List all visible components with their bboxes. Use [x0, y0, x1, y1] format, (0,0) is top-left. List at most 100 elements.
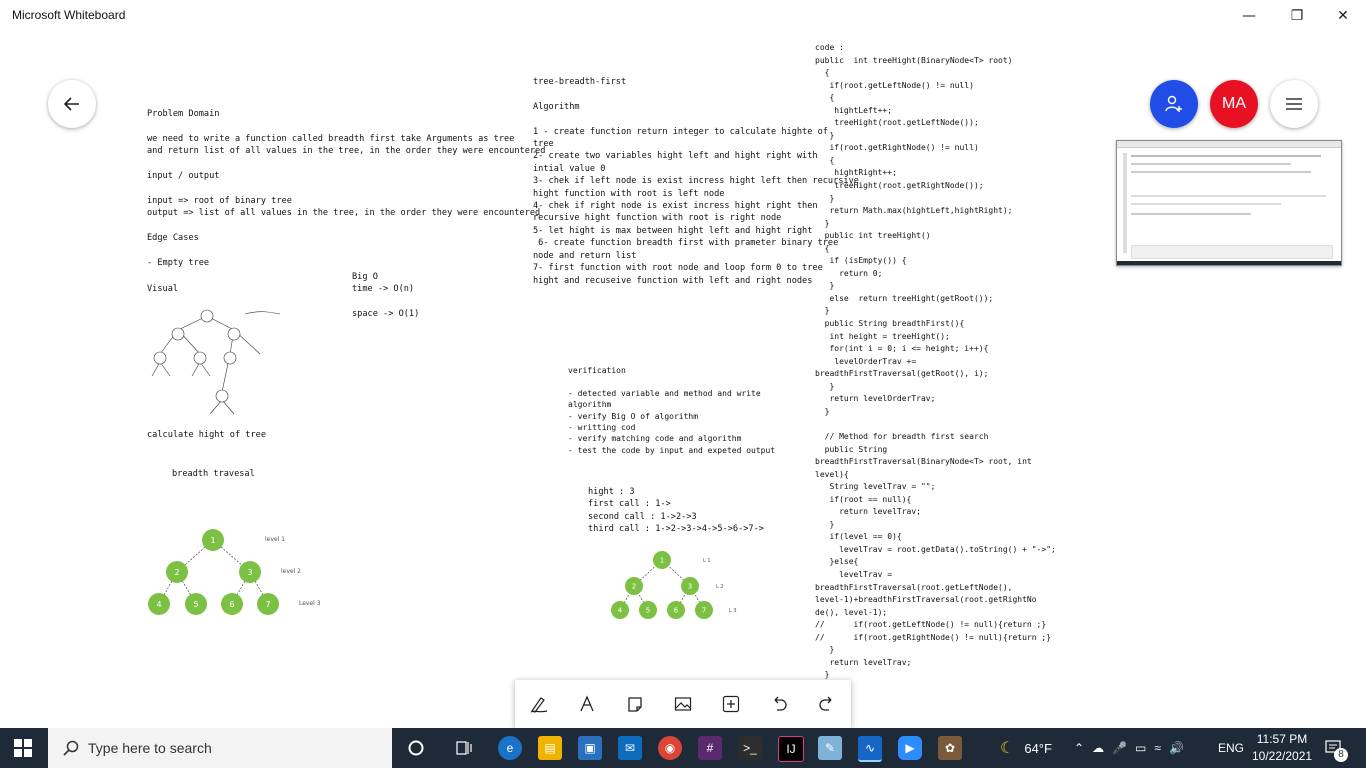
edge-app[interactable]: e — [498, 736, 522, 760]
menu-button[interactable] — [1270, 80, 1318, 128]
tree-node-label: 4 — [618, 606, 623, 614]
note-line: intial value 0 — [533, 163, 606, 174]
store-app[interactable]: ▣ — [578, 736, 602, 760]
note-line: levelTrav = — [815, 569, 893, 579]
intellij-app[interactable]: IJ — [778, 736, 804, 762]
calls-tree: 1 2 3 4 5 6 7 L 1 L 2 L 3 — [611, 551, 737, 619]
file-explorer-app[interactable]: ▤ — [538, 736, 562, 760]
note-line: we need to write a function called bread… — [147, 133, 515, 144]
chevron-up-icon[interactable]: ⌃ — [1074, 741, 1084, 755]
clock[interactable]: 11:57 PM 10/22/2021 — [1252, 731, 1312, 765]
cloud-icon[interactable]: ☁ — [1092, 741, 1104, 755]
thumbnail-panel — [1131, 245, 1333, 259]
note-line: int height = treeHight(); — [815, 331, 950, 341]
avatar[interactable]: MA — [1210, 80, 1258, 128]
whiteboard-canvas[interactable]: Problem Domain we need to write a functi… — [0, 32, 1366, 728]
note-line: levelOrderTrav += — [815, 356, 917, 366]
slack-app[interactable]: # — [698, 736, 722, 760]
title-bar: Microsoft Whiteboard — ❐ ✕ — [0, 0, 1366, 32]
tree-node-label: 6 — [229, 600, 234, 609]
start-button[interactable] — [14, 739, 32, 762]
note-line — [533, 113, 859, 125]
note-line: 3- chek if left node is exist incress hi… — [533, 176, 859, 187]
tree-level-label: L 1 — [703, 558, 711, 564]
note-line: { — [815, 243, 830, 253]
microphone-icon[interactable]: 🎤 — [1112, 741, 1127, 755]
note-line: hightRight++; — [815, 168, 897, 178]
note-line: level){ — [815, 469, 849, 479]
minimize-button[interactable]: — — [1226, 0, 1272, 32]
insert-tool[interactable] — [716, 689, 746, 719]
note-line: first call : 1-> — [588, 499, 671, 510]
note-line: - detected variable and method and write — [568, 388, 761, 398]
note-line: Problem Domain — [147, 109, 220, 119]
tree-node-label: 3 — [247, 568, 252, 577]
note-line: 7- first function with root node and loo… — [533, 263, 823, 274]
note-line: hight and recuseive function with left a… — [533, 275, 813, 286]
terminal-app[interactable]: >_ — [738, 736, 762, 760]
restore-button[interactable]: ❐ — [1274, 0, 1320, 32]
note-line: } — [815, 381, 835, 391]
note-line: input => root of binary tree — [147, 195, 292, 206]
note-line — [147, 120, 545, 132]
chrome-icon: ◉ — [664, 741, 676, 755]
pen-tool[interactable] — [524, 689, 554, 719]
breadth-traversal-tree: 1 2 3 4 5 6 7 level 1 level 2 Level 3 — [148, 529, 321, 615]
note-line — [147, 220, 545, 232]
close-button[interactable]: ✕ — [1320, 0, 1366, 32]
text-tool[interactable] — [572, 689, 602, 719]
notifications-button[interactable]: 8 — [1324, 738, 1348, 762]
wifi-icon[interactable]: ≈ — [1154, 741, 1161, 755]
cortana-button[interactable] — [404, 736, 428, 760]
big-o-notes: Big O time -> O(n) space -> O(1) — [352, 271, 419, 321]
note-line: breadthFirstTraversal(getRoot(), i); — [815, 369, 989, 379]
mail-app[interactable]: ✉ — [618, 736, 642, 760]
note-line: Edge Cases — [147, 233, 199, 244]
task-view-button[interactable] — [452, 736, 476, 760]
note-line: } — [815, 645, 835, 655]
tree-node-label: 3 — [688, 582, 692, 590]
notes-app[interactable]: ✎ — [818, 736, 842, 760]
calculate-height-label: calculate hight of tree — [147, 430, 266, 440]
image-tool[interactable] — [668, 689, 698, 719]
undo-button[interactable] — [764, 689, 794, 719]
search-placeholder: Type here to search — [88, 740, 212, 756]
add-person-icon — [1165, 95, 1182, 112]
invite-button[interactable] — [1150, 80, 1198, 128]
tree-node-label: 1 — [660, 556, 664, 564]
note-line: - Empty tree — [147, 257, 210, 268]
visual-label: Visual — [147, 284, 179, 294]
tree-node-label: 2 — [174, 568, 179, 577]
chrome-app[interactable]: ◉ — [658, 736, 682, 760]
battery-icon[interactable]: ▭ — [1135, 741, 1146, 755]
taskbar-search[interactable]: Type here to search — [48, 728, 392, 768]
thumbnail-line — [1131, 195, 1326, 197]
tree-node-label: 7 — [702, 606, 706, 614]
language-indicator[interactable]: ENG — [1218, 728, 1244, 768]
note-line: level-1)+breadthFirstTraversal(root.getR… — [815, 595, 1037, 605]
note-line — [815, 418, 1056, 431]
whiteboard-app[interactable]: ∿ — [858, 736, 882, 762]
note-line: return Math.max(hightLeft,hightRight); — [815, 206, 1013, 216]
note-line: 6- create function breadth first with pr… — [533, 238, 839, 249]
zoom-app[interactable]: ▶ — [898, 736, 922, 760]
folder-icon: ▤ — [544, 741, 556, 755]
screenshot-thumbnail[interactable] — [1116, 140, 1342, 266]
sticky-note-tool[interactable] — [620, 689, 650, 719]
back-button[interactable] — [48, 80, 96, 128]
tree-node-label: 5 — [646, 606, 650, 614]
note-line: treeHight(root.getRightNode()); — [815, 181, 984, 191]
weather-widget[interactable]: ☾ 64°F — [1000, 728, 1052, 768]
thumbnail-line — [1131, 213, 1251, 215]
note-line: time -> O(n) — [352, 284, 415, 295]
note-line: return levelTrav; — [815, 657, 912, 667]
note-line: algorithm — [568, 400, 612, 410]
redo-button[interactable] — [812, 689, 842, 719]
windows-logo-icon — [14, 739, 32, 757]
paint-app[interactable]: ✿ — [938, 736, 962, 760]
note-line — [147, 182, 545, 194]
volume-icon[interactable]: 🔊 — [1169, 741, 1184, 755]
note-line: } — [815, 670, 830, 680]
thumbnail-line — [1131, 171, 1311, 173]
text-icon — [580, 695, 594, 712]
